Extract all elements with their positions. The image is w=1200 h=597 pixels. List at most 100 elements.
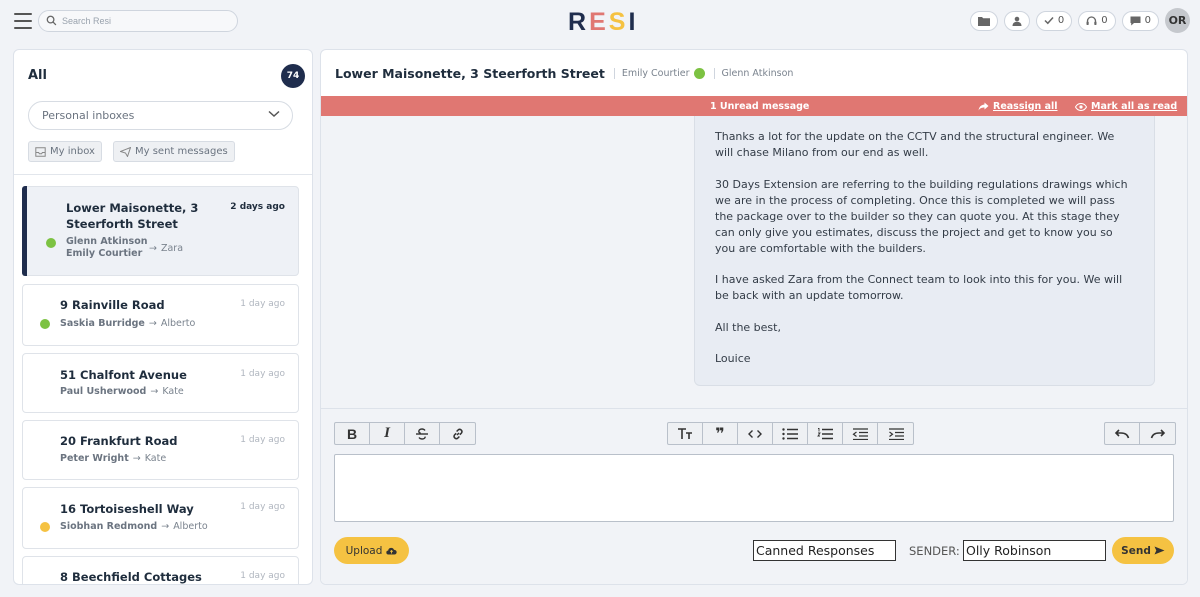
conversation-participants: Peter Wright → Kate [60,453,166,464]
top-actions: 0 0 0 OR [969,8,1190,33]
conversation-time: 1 day ago [240,299,285,309]
conversation-title: 51 Chalfont Avenue [60,368,187,382]
message-paragraph: 30 Days Extension are referring to the b… [715,177,1128,255]
folder-button[interactable] [969,10,998,31]
conversation-list: Lower Maisonette, 3 Steerforth Street 2 … [14,176,312,584]
check-icon [1044,16,1054,25]
assignee-name: Alberto [173,521,208,532]
message-bubble: Thanks a lot for the update on the CCTV … [694,116,1155,386]
participant-name: Glenn Atkinson [66,236,148,247]
chevron-down-icon [268,110,280,118]
conversation-panel: Lower Maisonette, 3 Steerforth Street Em… [320,49,1188,585]
conversation-participants: Saskia Burridge → Alberto [60,318,195,329]
page-title: Lower Maisonette, 3 Steerforth Street [335,65,605,81]
contacts-button[interactable] [1003,10,1030,31]
reassign-all-label: Reassign all [993,101,1058,112]
format-toolbar-inline: B I [334,422,476,445]
upload-label: Upload [345,544,383,557]
message-paragraph: Louice [715,352,751,365]
conversation-time: 1 day ago [240,435,285,445]
quote-icon[interactable]: ❞ [703,423,738,444]
format-toolbar-block: ❞ [667,422,914,445]
list-item[interactable]: 9 Rainville Road 1 day ago Saskia Burrid… [22,284,299,346]
participant-name: Saskia Burridge [60,318,145,329]
participant-name: Glenn Atkinson [721,67,794,79]
bold-icon[interactable]: B [335,423,370,444]
message-paragraph: All the best, [715,320,781,334]
message-editor[interactable] [334,454,1174,522]
chat-icon [1130,16,1141,25]
list-item[interactable]: 8 Beechfield Cottages 1 day ago [22,556,299,584]
my-inbox-button[interactable]: My inbox [28,141,102,162]
list-header: All 74 Personal inboxes My inbox My sent… [14,50,312,175]
send-label: Send [1121,544,1151,557]
message-paragraph: Thanks a lot for the update on the CCTV … [715,130,1115,159]
menu-icon[interactable] [14,13,32,29]
conversation-participants: Siobhan Redmond → Alberto [60,521,208,532]
conversation-time: 1 day ago [240,502,285,512]
strikethrough-icon[interactable] [405,423,440,444]
list-item[interactable]: 16 Tortoiseshell Way 1 day ago Siobhan R… [22,487,299,549]
arrow-right-icon: → [150,386,159,397]
italic-icon[interactable]: I [370,423,405,444]
inbox-icon [35,146,46,157]
upload-button[interactable]: Upload [334,537,409,564]
participant-name: Emily Courtier [621,67,690,79]
mood-face-icon [693,67,705,79]
numbered-list-icon[interactable] [808,423,843,444]
undo-icon[interactable] [1105,423,1140,444]
message-thread: Thanks a lot for the update on the CCTV … [321,116,1187,408]
indent-icon[interactable] [878,423,913,444]
sender-input[interactable]: Olly Robinson [963,540,1106,561]
avatar[interactable]: OR [1165,8,1190,33]
redo-icon[interactable] [1140,423,1175,444]
conversation-time: 1 day ago [240,369,285,379]
reply-composer: B I ❞ Upload Canned Responses SENDER: Ol… [321,408,1187,584]
list-item[interactable]: 20 Frankfurt Road 1 day ago Peter Wright… [22,420,299,480]
assignee-name: Kate [144,453,167,464]
conversation-list-panel: All 74 Personal inboxes My inbox My sent… [13,49,313,585]
conversation-participants: Glenn Atkinson Emily Courtier [66,236,148,259]
conversation-title: 16 Tortoiseshell Way [60,502,194,516]
search-box[interactable] [38,10,238,32]
support-button[interactable]: 0 [1078,10,1116,31]
send-button[interactable]: Send [1112,537,1174,564]
conversation-time: 2 days ago [230,202,285,212]
link-icon[interactable] [440,423,475,444]
cloud-upload-icon [386,547,398,555]
mood-face-icon [40,522,50,532]
list-item[interactable]: 51 Chalfont Avenue 1 day ago Paul Usherw… [22,353,299,413]
arrow-right-icon: → [149,243,157,254]
conversation-title: 8 Beechfield Cottages [60,570,202,584]
send-icon [120,146,131,157]
participant-name: Paul Usherwood [60,386,147,397]
code-icon[interactable] [738,423,773,444]
tasks-button[interactable]: 0 [1035,10,1073,31]
mood-face-icon [40,319,50,329]
my-sent-button[interactable]: My sent messages [113,141,235,162]
history-toolbar [1104,422,1176,445]
conversation-participants: Paul Usherwood → Kate [60,386,184,397]
assignee-name: Kate [162,386,184,397]
conversation-title: 9 Rainville Road [60,298,165,312]
participant: Emily Courtier [613,67,705,79]
messages-button[interactable]: 0 [1121,10,1159,31]
outdent-icon[interactable] [843,423,878,444]
logo-letter: E [589,8,609,36]
eye-icon [1075,102,1087,111]
logo-letter: I [628,8,639,36]
inbox-select[interactable]: Personal inboxes [28,101,293,130]
list-item[interactable]: Lower Maisonette, 3 Steerforth Street 2 … [22,186,299,276]
reassign-all-link[interactable]: Reassign all [978,101,1058,112]
bullet-list-icon[interactable] [773,423,808,444]
canned-responses-select[interactable]: Canned Responses [753,540,896,561]
top-bar: RESI 0 0 0 OR [0,0,1200,44]
sender-label: SENDER: [909,544,960,558]
text-size-icon[interactable] [668,423,703,444]
message-paragraph: I have asked Zara from the Connect team … [715,273,1123,302]
search-input[interactable] [62,13,232,29]
conversation-time: 1 day ago [240,571,285,581]
logo-letter: S [608,8,629,36]
user-icon [1012,16,1022,26]
mark-all-read-link[interactable]: Mark all as read [1075,101,1177,112]
